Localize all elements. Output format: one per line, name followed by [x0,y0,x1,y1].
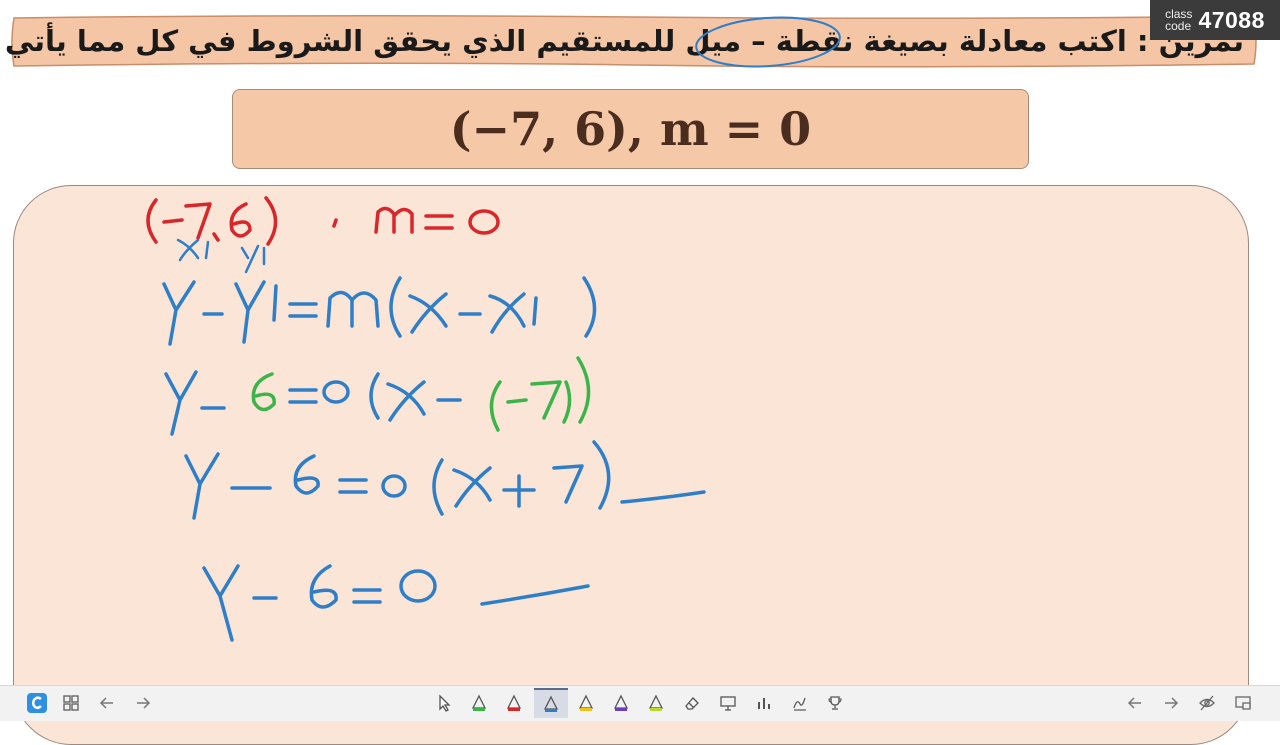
hw-line-substitute-blue [164,370,226,436]
hw-labels-x1-y1 [176,238,266,274]
class-code-badge: class code 47088 [1150,0,1280,40]
trophy-icon[interactable] [820,688,850,718]
work-area[interactable] [13,185,1249,745]
pen-purple-icon[interactable] [606,688,636,718]
chart-icon[interactable] [749,688,779,718]
hw-line-substitute-green2 [489,356,591,432]
highlighter-lime-icon[interactable] [641,688,671,718]
signature-icon[interactable] [785,688,815,718]
title-banner: تمرين : اكتب معادلة بصيغة نقطة – ميل للم… [0,12,1260,70]
handwriting-canvas [146,196,706,642]
whiteboard-icon[interactable] [713,688,743,718]
hw-line-given [146,196,500,246]
hide-icon[interactable] [1192,688,1222,718]
hw-line-formula [162,276,597,346]
pen-blue-icon[interactable] [534,688,568,718]
circle-annotation [695,16,841,68]
pointer-icon[interactable] [429,688,459,718]
problem-box: (−7, 6), m = 0 [232,89,1029,169]
screen-icon[interactable] [1228,688,1258,718]
grid-icon[interactable] [56,688,86,718]
arrow-left-icon[interactable] [92,688,122,718]
hw-line-result [202,564,590,642]
arrow-left-icon[interactable] [1120,688,1150,718]
class-code-label: class code [1165,8,1192,32]
bottom-toolbar [0,685,1280,721]
hw-line-simplified [184,440,706,520]
hw-line-substitute-blue2 [288,372,462,422]
arrow-right-icon[interactable] [1156,688,1186,718]
highlighter-yellow-icon[interactable] [571,688,601,718]
eraser-icon[interactable] [677,688,707,718]
pen-red-icon[interactable] [499,688,529,718]
app-logo-icon[interactable] [22,688,52,718]
hw-line-substitute-green [251,372,276,412]
pen-green-icon[interactable] [464,688,494,718]
arrow-right-icon[interactable] [128,688,158,718]
problem-expression: (−7, 6), m = 0 [449,102,812,156]
class-code-value: 47088 [1198,6,1265,33]
class-code-label-line2: code [1165,19,1192,33]
